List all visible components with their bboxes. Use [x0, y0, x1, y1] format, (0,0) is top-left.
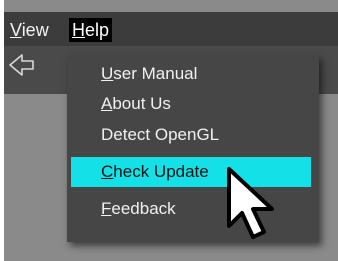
menu-view-accelerator: V	[10, 20, 22, 40]
menu-item-detect-opengl[interactable]: Detect OpenGL	[71, 120, 311, 150]
menu-item-about-us-label: bout Us	[112, 94, 171, 113]
menu-item-about-us[interactable]: About Us	[71, 89, 311, 119]
menu-help-label-rest: elp	[85, 20, 110, 40]
menu-item-feedback-label: eedback	[111, 199, 176, 218]
menu-item-feedback-accelerator: F	[101, 199, 112, 218]
menu-item-user-manual-accelerator: U	[101, 64, 114, 83]
menu-bar: View Help	[4, 12, 338, 46]
menu-item-check-update-accelerator: C	[101, 162, 114, 181]
back-arrow-icon[interactable]	[8, 52, 38, 80]
menu-item-about-us-accelerator: A	[101, 94, 113, 113]
menu-item-user-manual-label: ser Manual	[113, 64, 198, 83]
mouse-pointer-icon	[227, 167, 274, 239]
menu-view-label-rest: iew	[21, 20, 49, 40]
menu-view[interactable]: View	[7, 18, 52, 42]
app-window: View Help User Manual About Us Detect Op…	[4, 0, 338, 261]
menu-help-accelerator: H	[72, 20, 85, 40]
screenshot-frame: View Help User Manual About Us Detect Op…	[0, 0, 338, 261]
menu-item-detect-opengl-label: Detect OpenGL	[101, 125, 220, 144]
menu-item-check-update-label: heck Update	[113, 162, 209, 181]
menu-item-user-manual[interactable]: User Manual	[71, 59, 311, 89]
menu-help[interactable]: Help	[69, 18, 113, 42]
